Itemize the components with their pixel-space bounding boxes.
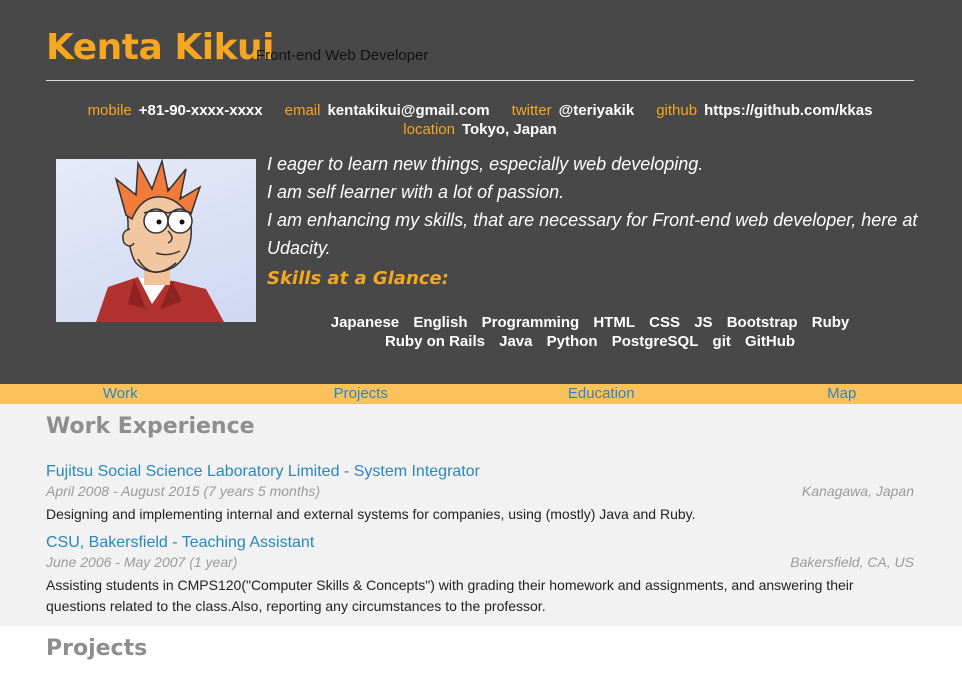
- avatar: [56, 159, 256, 322]
- nav-education[interactable]: Education: [481, 384, 722, 404]
- header: Kenta Kikui Front-end Web Developer mobi…: [0, 0, 962, 384]
- work-entry: Fujitsu Social Science Laboratory Limite…: [46, 462, 914, 525]
- contact-email[interactable]: email kentakikui@gmail.com: [285, 101, 490, 120]
- job-location: Bakersfield, CA, US: [790, 554, 914, 570]
- contact-mobile[interactable]: mobile +81-90-xxxx-xxxx: [88, 101, 263, 120]
- section-heading: Work Experience: [46, 414, 255, 439]
- contact-value: @teriyakik: [558, 102, 635, 119]
- job-meta: June 2006 - May 2007 (1 year) Bakersfiel…: [46, 553, 914, 571]
- contact-value: https://github.com/kkas: [704, 102, 873, 119]
- skill-item: HTML: [593, 314, 635, 331]
- skills-heading: Skills at a Glance:: [267, 268, 449, 289]
- contact-github[interactable]: github https://github.com/kkas: [656, 101, 872, 120]
- welcome-message: I eager to learn new things, especially …: [267, 150, 927, 262]
- job-description: Designing and implementing internal and …: [46, 506, 696, 522]
- skill-item: CSS: [649, 314, 681, 331]
- contact-label: twitter: [511, 102, 552, 119]
- skill-item: PostgreSQL: [611, 333, 699, 350]
- work-experience-section: Work Experience Fujitsu Social Science L…: [0, 404, 962, 626]
- projects-heading: Projects: [46, 636, 148, 661]
- nav-map[interactable]: Map: [722, 384, 962, 404]
- skill-item: GitHub: [745, 333, 796, 350]
- welcome-line: I eager to learn new things, especially …: [267, 154, 704, 174]
- page-title: Kenta Kikui: [46, 27, 275, 68]
- job-description: Assisting students in CMPS120("Computer …: [46, 577, 854, 614]
- work-entry: CSU, Bakersfield - Teaching Assistant Ju…: [46, 533, 914, 617]
- job-title-link[interactable]: Fujitsu Social Science Laboratory Limite…: [46, 462, 914, 482]
- main-nav: Work Projects Education Map: [0, 384, 962, 404]
- skill-item: git: [712, 333, 731, 350]
- job-title-link[interactable]: CSU, Bakersfield - Teaching Assistant: [46, 533, 914, 553]
- skill-item: Python: [546, 333, 598, 350]
- contacts-list: mobile +81-90-xxxx-xxxx email kentakikui@gm…: [46, 101, 914, 139]
- header-divider: [46, 80, 914, 81]
- skill-item: JS: [694, 314, 713, 331]
- job-location: Kanagawa, Japan: [801, 483, 914, 499]
- role-text: Front-end Web Developer: [256, 47, 429, 64]
- contact-label: github: [656, 102, 698, 119]
- contact-label: email: [284, 102, 321, 119]
- skills-list: Japanese English Programming HTML CSS JS…: [270, 313, 910, 351]
- skill-item: English: [413, 314, 468, 331]
- contact-value: Tokyo, Japan: [461, 121, 557, 138]
- welcome-line: I am self learner with a lot of passion.: [267, 182, 565, 202]
- nav-work[interactable]: Work: [0, 384, 241, 404]
- contact-twitter[interactable]: twitter @teriyakik: [512, 101, 635, 120]
- contact-value: +81-90-xxxx-xxxx: [138, 102, 263, 119]
- contact-label: location: [403, 121, 455, 138]
- job-dates: April 2008 - August 2015 (7 years 5 mont…: [46, 483, 321, 499]
- job-dates: June 2006 - May 2007 (1 year): [46, 554, 238, 570]
- contact-location: location Tokyo, Japan: [403, 120, 556, 139]
- skill-item: Programming: [481, 314, 580, 331]
- avatar-illustration: [96, 159, 224, 322]
- welcome-line: I am enhancing my skills, that are neces…: [267, 210, 918, 258]
- skill-item: Japanese: [330, 314, 400, 331]
- job-meta: April 2008 - August 2015 (7 years 5 mont…: [46, 482, 914, 500]
- skill-item: Ruby on Rails: [384, 333, 485, 350]
- skill-item: Bootstrap: [726, 314, 798, 331]
- contact-value: kentakikui@gmail.com: [327, 102, 490, 119]
- skill-item: Ruby: [811, 314, 850, 331]
- skill-item: Java: [499, 333, 533, 350]
- nav-projects[interactable]: Projects: [241, 384, 482, 404]
- contact-label: mobile: [87, 102, 132, 119]
